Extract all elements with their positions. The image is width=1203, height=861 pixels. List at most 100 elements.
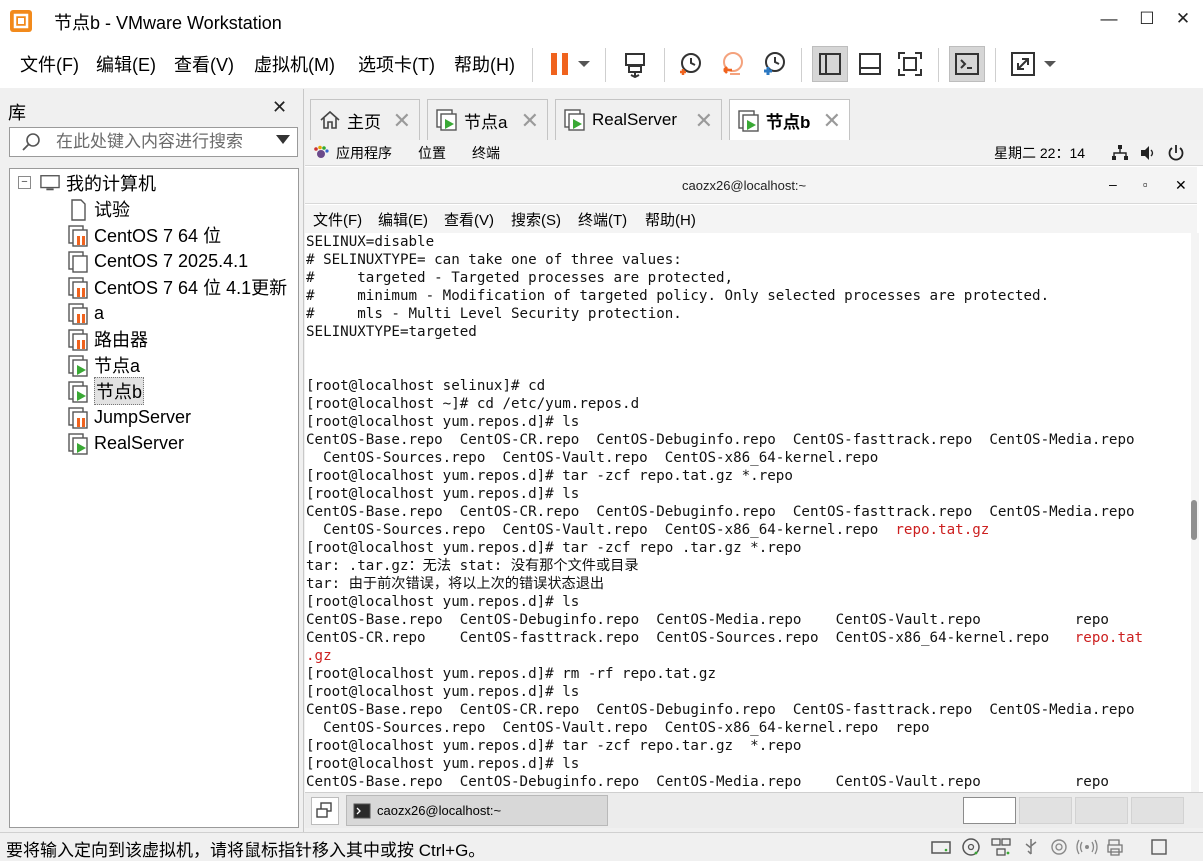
usb-icon[interactable] (1020, 836, 1042, 858)
tree-item-vm[interactable]: 路由器 (68, 326, 148, 352)
terminal-output[interactable]: SELINUX=disable # SELINUXTYPE= can take o… (305, 233, 1192, 792)
workspace-3[interactable] (1075, 797, 1128, 824)
terminal-menu-terminal[interactable]: 终端(T) (578, 209, 627, 230)
menu-help[interactable]: 帮助(H) (454, 51, 515, 77)
power-dropdown-arrow-icon[interactable] (572, 46, 596, 82)
terminal-line: [root@localhost selinux]# cd (306, 377, 1192, 395)
terminal-menu-view[interactable]: 查看(V) (444, 209, 494, 230)
tree-item-vm[interactable]: JumpServer (68, 404, 191, 430)
toolbar-separator (801, 48, 802, 82)
tab-label: 节点a (464, 112, 508, 132)
terminal-maximize-button[interactable]: ▫ (1143, 177, 1148, 192)
tab-label: RealServer (592, 110, 678, 129)
tree-item-vm[interactable]: 试验 (68, 196, 130, 222)
terminal-title: caozx26@localhost:~ (682, 178, 807, 193)
tree-collapse-toggle[interactable]: − (18, 176, 31, 189)
menu-edit[interactable]: 编辑(E) (96, 51, 156, 77)
stretch-guest-icon[interactable] (1005, 46, 1041, 82)
gnome-applications-menu[interactable]: 应用程序 (336, 143, 392, 163)
show-desktop-icon[interactable] (311, 797, 339, 825)
terminal-menu-search[interactable]: 搜索(S) (511, 209, 561, 230)
terminal-close-button[interactable]: ✕ (1175, 177, 1187, 194)
taskbar-terminal-button[interactable]: caozx26@localhost:~ (346, 795, 608, 826)
gnome-terminal-menu[interactable]: 终端 (472, 143, 500, 163)
library-search-input[interactable] (56, 130, 266, 154)
vmware-logo-icon (8, 8, 34, 34)
hard-disk-icon[interactable] (930, 836, 952, 858)
message-log-icon[interactable] (1148, 836, 1170, 858)
tree-item-vm-selected[interactable]: 节点b (68, 377, 145, 405)
terminal-line-text: # mls - Multi Level Security protection. (306, 306, 682, 322)
search-dropdown-arrow-icon[interactable] (276, 135, 290, 144)
send-ctrl-alt-del-icon[interactable] (617, 46, 653, 82)
tree-item-my-computer[interactable]: 我的计算机 (40, 170, 156, 196)
search-icon (20, 131, 42, 153)
terminal-scrollbar-thumb[interactable] (1191, 500, 1197, 540)
tree-item-vm[interactable]: CentOS 7 64 位 (68, 222, 221, 248)
tab-node-a[interactable]: 节点a ✕ (427, 99, 548, 140)
terminal-line-text: [root@localhost yum.repos.d]# ls (306, 486, 580, 502)
tab-home[interactable]: 主页 ✕ (310, 99, 420, 140)
stretch-dropdown-arrow-icon[interactable] (1038, 46, 1062, 82)
full-screen-icon[interactable] (892, 46, 928, 82)
vm-suspended-icon (68, 277, 88, 299)
terminal-line-text: [root@localhost yum.repos.d]# ls (306, 684, 580, 700)
terminal-line: CentOS-Sources.repo CentOS-Vault.repo Ce… (306, 449, 1192, 467)
terminal-line: [root@localhost yum.repos.d]# ls (306, 485, 1192, 503)
tree-item-vm[interactable]: a (68, 300, 104, 326)
terminal-line: SELINUXTYPE=targeted (306, 323, 1192, 341)
show-library-icon[interactable] (812, 46, 848, 82)
workspace-2[interactable] (1019, 797, 1072, 824)
terminal-line-text: CentOS-Base.repo CentOS-CR.repo CentOS-D… (306, 702, 1135, 718)
terminal-line: tar: 由于前次错误，将以上次的错误状态退出 (306, 575, 1192, 593)
menu-tabs[interactable]: 选项卡(T) (358, 51, 435, 77)
vm-running-icon (436, 109, 458, 131)
network-icon[interactable] (1111, 144, 1129, 162)
network-adapter-icon[interactable] (990, 836, 1012, 858)
snapshot-manager-icon[interactable] (756, 46, 792, 82)
tab-close-icon[interactable]: ✕ (823, 108, 841, 134)
terminal-menu-edit[interactable]: 编辑(E) (378, 209, 428, 230)
workspace-1[interactable] (963, 797, 1016, 824)
snapshot-revert-icon[interactable] (714, 46, 750, 82)
terminal-menu-help[interactable]: 帮助(H) (645, 209, 696, 230)
volume-icon[interactable] (1139, 144, 1157, 162)
menu-view[interactable]: 查看(V) (174, 51, 234, 77)
terminal-minimize-button[interactable]: – (1109, 176, 1117, 192)
close-button[interactable]: ✕ (1170, 6, 1196, 32)
tab-realserver[interactable]: RealServer ✕ (555, 99, 722, 140)
tab-node-b[interactable]: 节点b ✕ (729, 99, 850, 141)
printer-icon[interactable] (1104, 836, 1126, 858)
cd-dvd-icon[interactable] (960, 836, 982, 858)
tree-item-vm[interactable]: CentOS 7 2025.4.1 (68, 248, 248, 274)
toolbar-separator (664, 48, 665, 82)
workspace-4[interactable] (1131, 797, 1184, 824)
terminal-line: [root@localhost yum.repos.d]# ls (306, 413, 1192, 431)
terminal-line: SELINUX=disable (306, 233, 1192, 251)
minimize-button[interactable]: — (1096, 6, 1122, 32)
snapshot-take-icon[interactable] (672, 46, 708, 82)
console-view-icon[interactable] (949, 46, 985, 82)
thumbnail-bar-icon[interactable] (852, 46, 888, 82)
tree-item-label: CentOS 7 64 位 (94, 226, 222, 246)
tree-item-vm[interactable]: 节点a (68, 352, 140, 378)
tab-close-icon[interactable]: ✕ (393, 108, 411, 134)
gnome-clock[interactable]: 星期二 22：14 (994, 143, 1085, 163)
power-icon[interactable] (1167, 144, 1185, 162)
sound-card-icon[interactable] (1048, 836, 1070, 858)
tab-close-icon[interactable]: ✕ (695, 108, 713, 134)
menu-file[interactable]: 文件(F) (20, 51, 79, 77)
terminal-line-text: [root@localhost ~]# cd /etc/yum.repos.d (306, 396, 640, 412)
tree-item-vm[interactable]: RealServer (68, 430, 184, 456)
status-message: 要将输入定向到该虚拟机，请将鼠标指针移入其中或按 Ctrl+G。 (6, 841, 486, 860)
wireless-icon[interactable] (1076, 836, 1098, 858)
gnome-places-menu[interactable]: 位置 (418, 143, 446, 163)
tree-item-vm[interactable]: CentOS 7 64 位 4.1更新 (68, 274, 287, 300)
terminal-line: [root@localhost yum.repos.d]# tar -zcf r… (306, 737, 1192, 755)
maximize-button[interactable]: ☐ (1134, 6, 1160, 32)
terminal-line: tar: .tar.gz：无法 stat: 没有那个文件或目录 (306, 557, 1192, 575)
tab-close-icon[interactable]: ✕ (521, 108, 539, 134)
library-close-button[interactable]: ✕ (272, 97, 287, 118)
menu-vm[interactable]: 虚拟机(M) (254, 51, 335, 77)
terminal-menu-file[interactable]: 文件(F) (313, 209, 362, 230)
